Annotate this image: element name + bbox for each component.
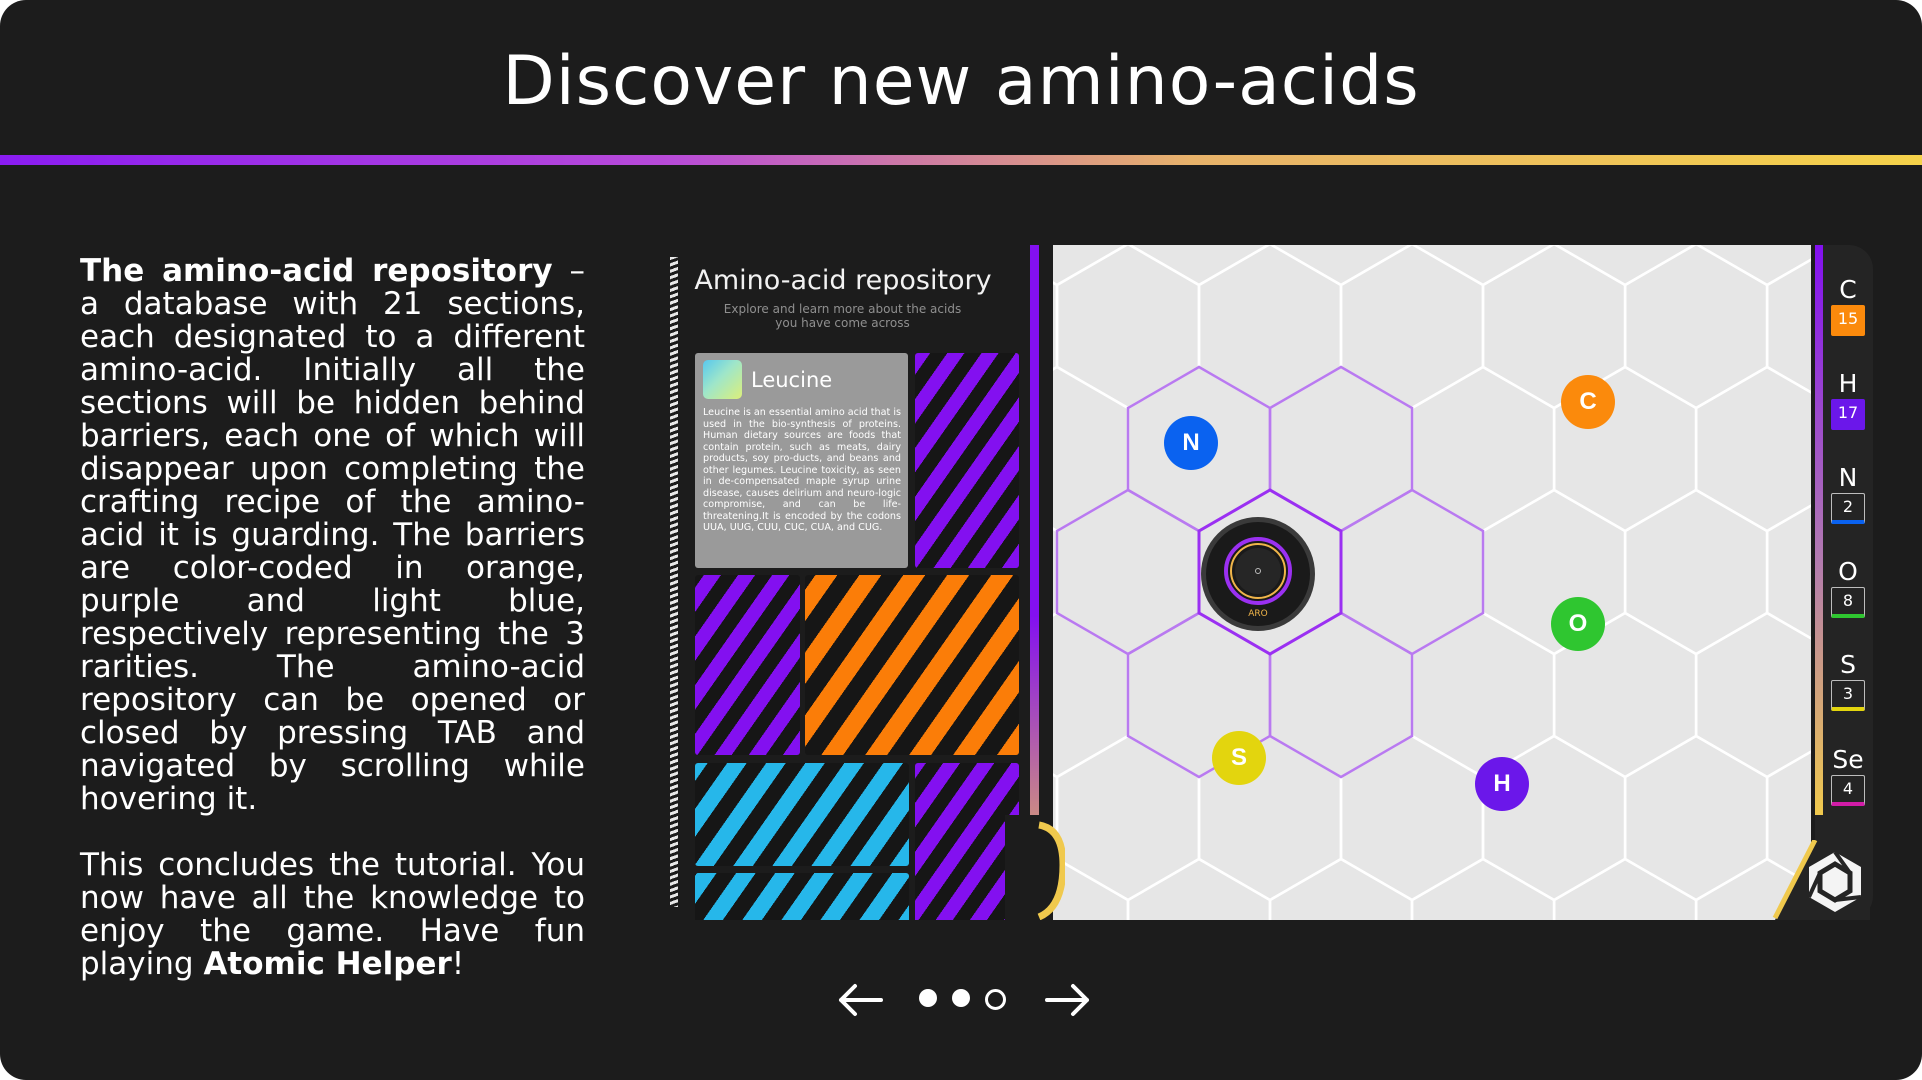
element-count: 17 <box>1831 399 1865 430</box>
hex-cell <box>1552 857 1698 920</box>
arrow-left-icon[interactable] <box>835 975 885 1025</box>
atom-h[interactable]: H <box>1475 757 1529 811</box>
hex-cell <box>1268 611 1414 779</box>
element-symbol: C <box>1839 275 1857 304</box>
hex-cell <box>1623 488 1769 656</box>
element-inventory: C 15 H 17 N2 O8 S3 Se 4 <box>1815 245 1873 920</box>
inventory-edge <box>1815 245 1823 815</box>
gradient-divider <box>0 155 1922 165</box>
barrier-light-blue <box>695 873 909 920</box>
atom-symbol: O <box>1568 610 1588 637</box>
barrier-purple <box>915 763 1019 920</box>
core-reactor[interactable]: ARO <box>1199 515 1317 633</box>
amino-acid-card: Leucine Leucine is an essential amino ac… <box>695 353 908 568</box>
atom-s[interactable]: S <box>1212 731 1266 785</box>
atom-o[interactable]: O <box>1551 597 1605 651</box>
game-preview: Amino-acid repository Explore and learn … <box>665 245 1875 920</box>
repository-text: – a database with 21 sections, each desi… <box>80 253 585 817</box>
element-symbol: Se <box>1832 745 1864 774</box>
repository-paragraph: The amino-acid repository – a database w… <box>80 255 585 816</box>
hex-cell <box>1765 258 1811 394</box>
repository-heading: The amino-acid repository <box>80 253 553 289</box>
hexagon-menu-button[interactable] <box>1765 840 1870 920</box>
hex-cell <box>1197 245 1343 410</box>
page-dot-2[interactable] <box>952 989 970 1007</box>
element-count: 15 <box>1831 305 1865 336</box>
hex-cell <box>1269 245 1413 287</box>
atom-n[interactable]: N <box>1164 416 1218 470</box>
hex-cell <box>1055 245 1201 410</box>
atom-symbol: H <box>1493 770 1511 797</box>
hex-cell <box>1339 734 1485 902</box>
page-navigation <box>835 975 1095 1025</box>
hex-cell <box>1553 245 1697 287</box>
hex-grid-board[interactable]: ARO N C O S H <box>1053 245 1811 920</box>
barrier-purple <box>915 353 1019 568</box>
game-name: Atomic Helper <box>203 946 452 982</box>
element-c[interactable]: C 15 <box>1828 275 1868 336</box>
repository-subtitle: Explore and learn more about the acids y… <box>723 302 962 330</box>
atom-symbol: S <box>1230 744 1247 771</box>
hex-cell <box>1410 857 1556 920</box>
hex-cell <box>1339 488 1485 656</box>
page-dot-3-current[interactable] <box>985 989 1006 1010</box>
tutorial-description: The amino-acid repository – a database w… <box>80 255 585 1014</box>
element-symbol: H <box>1838 369 1858 398</box>
arrow-right-icon[interactable] <box>1043 975 1093 1025</box>
element-symbol: O <box>1838 557 1858 586</box>
barrier-purple <box>695 575 800 755</box>
element-count: 2 <box>1831 493 1865 524</box>
hex-cell <box>1268 365 1414 533</box>
hex-cell <box>1053 365 1130 533</box>
conclusion-paragraph: This concludes the tutorial. You now hav… <box>80 849 585 981</box>
hex-cell <box>1053 611 1130 779</box>
board-notch <box>1005 815 1065 920</box>
hex-cell <box>1410 365 1556 533</box>
hex-grid <box>1053 245 1811 920</box>
hex-cell <box>1126 857 1272 920</box>
amino-acid-description: Leucine is an essential amino acid that … <box>703 407 901 533</box>
hex-cell <box>1055 734 1201 902</box>
hex-cell <box>1410 611 1556 779</box>
hex-cell <box>1339 245 1485 410</box>
element-symbol: N <box>1838 463 1858 492</box>
element-o[interactable]: O8 <box>1828 557 1868 618</box>
hex-cell <box>1765 504 1811 640</box>
hex-cell <box>1055 488 1201 656</box>
hex-cell <box>1411 245 1555 287</box>
atom-symbol: C <box>1579 388 1597 415</box>
hex-cell <box>1694 611 1811 779</box>
element-count: 3 <box>1831 680 1865 711</box>
hex-cell <box>1623 245 1769 410</box>
conclusion-end: ! <box>451 946 465 982</box>
barrier-orange <box>805 575 1019 755</box>
element-symbol: S <box>1840 650 1856 679</box>
element-h[interactable]: H 17 <box>1828 369 1868 430</box>
hex-cell <box>1623 734 1769 902</box>
hex-cell <box>1127 245 1271 287</box>
element-se[interactable]: Se 4 <box>1828 745 1868 806</box>
page-title: Discover new amino-acids <box>502 42 1420 121</box>
amino-acid-icon <box>703 360 742 399</box>
page-dot-1[interactable] <box>919 989 937 1007</box>
element-count: 8 <box>1831 587 1865 618</box>
hex-cell <box>1694 365 1811 533</box>
repository-panel: Amino-acid repository Explore and learn … <box>665 245 1025 920</box>
atom-symbol: N <box>1182 429 1200 456</box>
atom-c[interactable]: C <box>1561 375 1615 429</box>
hex-cell <box>1695 245 1811 287</box>
barrier-light-blue <box>695 763 909 866</box>
element-n[interactable]: N2 <box>1828 463 1868 524</box>
amino-acid-name: Leucine <box>751 368 833 392</box>
repository-border <box>670 257 678 907</box>
repository-title: Amino-acid repository <box>694 265 992 296</box>
tutorial-dialog: Discover new amino-acids The amino-acid … <box>0 0 1922 1080</box>
element-count: 4 <box>1831 775 1865 806</box>
hex-cell <box>1268 857 1414 920</box>
core-label: ARO <box>1248 609 1268 619</box>
element-s[interactable]: S3 <box>1828 650 1868 711</box>
